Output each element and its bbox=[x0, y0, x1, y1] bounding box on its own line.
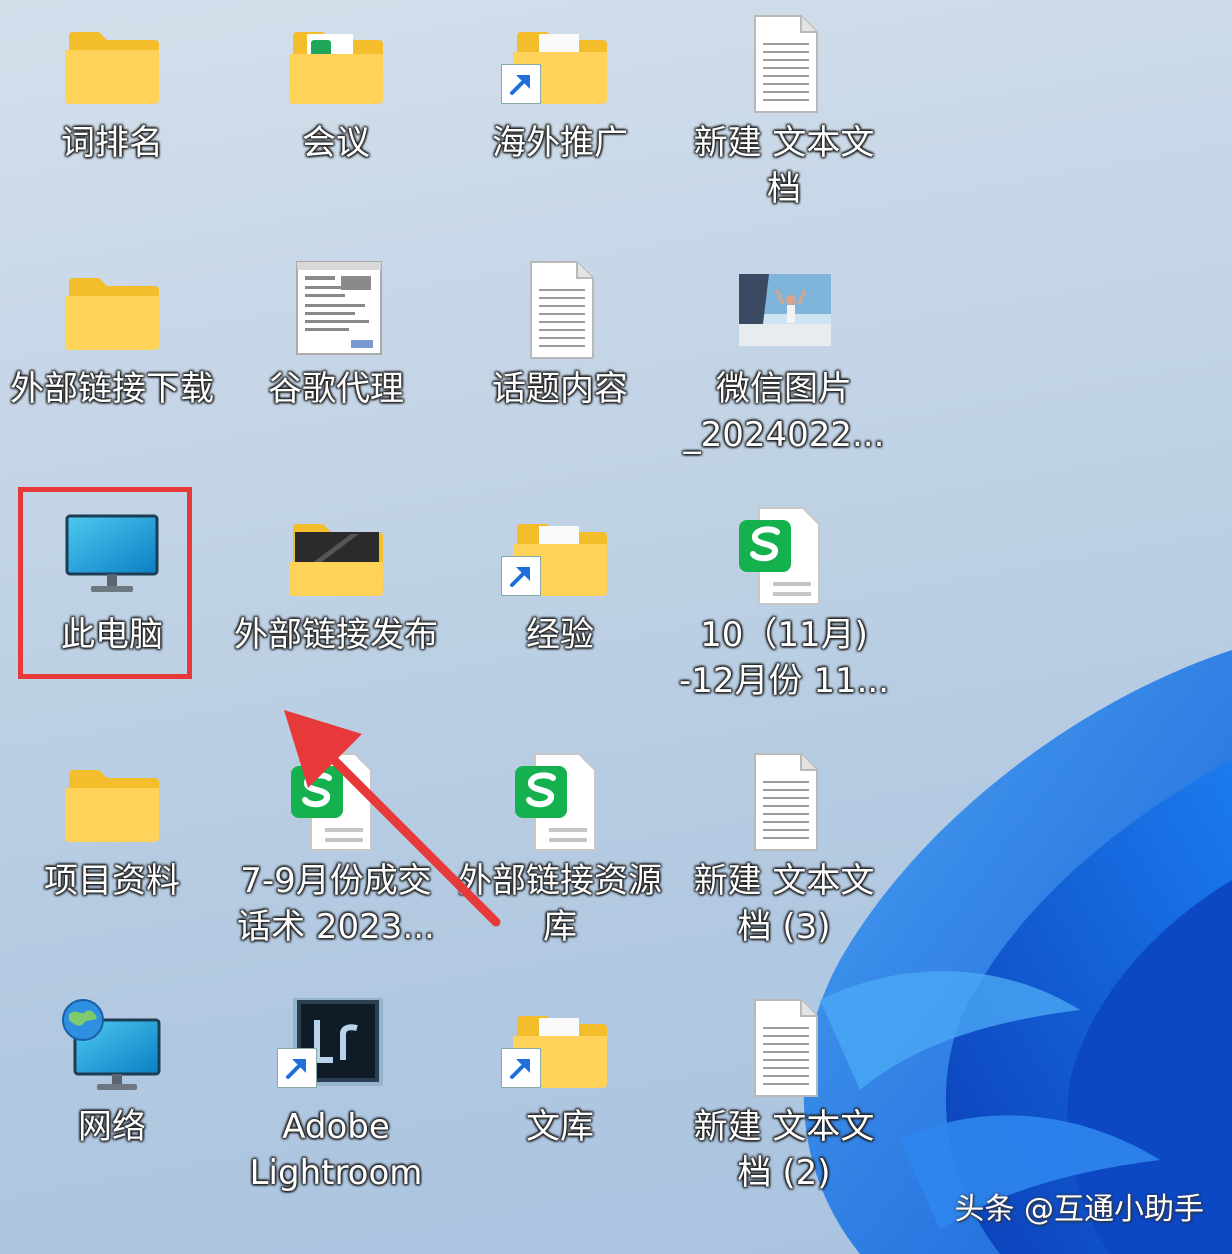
shortcut-arrow-icon bbox=[501, 556, 541, 596]
desktop-icon[interactable]: 词排名 bbox=[0, 0, 224, 230]
highlight-box bbox=[18, 487, 192, 679]
desktop-icon-label: 文库 bbox=[526, 1107, 594, 1147]
folder-shortcut-icon bbox=[501, 14, 615, 114]
desktop-icon[interactable]: 外部链接下载 bbox=[0, 246, 224, 476]
desktop-icon[interactable]: 外部链接发布 bbox=[224, 492, 448, 722]
desktop-icon-label: 项目资料 bbox=[44, 861, 180, 901]
desktop-icon[interactable]: 会议 bbox=[224, 0, 448, 230]
desktop-icon-label: 谷歌代理 bbox=[268, 369, 404, 409]
desktop-icon-label: 网络 bbox=[78, 1107, 146, 1147]
desktop-icon[interactable]: 谷歌代理 bbox=[224, 246, 448, 476]
shortcut-arrow-icon bbox=[501, 1048, 541, 1088]
desktop-icon[interactable]: 经验 bbox=[448, 492, 672, 722]
desktop-icon-label: 新建 文本文 档 (3) bbox=[693, 861, 875, 947]
folder-icon bbox=[57, 752, 167, 852]
folder-icon bbox=[281, 14, 391, 114]
desktop-icon[interactable]: 新建 文本文 档 (2) bbox=[672, 984, 896, 1214]
desktop-icon-label: 10（11月) -12月份 11... bbox=[678, 615, 890, 701]
spreadsheet-icon bbox=[729, 506, 839, 606]
desktop-icon[interactable]: 微信图片 _2024022... bbox=[672, 246, 896, 476]
text-document-icon bbox=[729, 14, 839, 114]
folder-shortcut-icon bbox=[501, 506, 615, 606]
folder-icon bbox=[57, 260, 167, 360]
desktop-icon[interactable]: 话题内容 bbox=[448, 246, 672, 476]
photo-thumbnail-icon bbox=[729, 260, 839, 360]
desktop-icon-label: 外部链接发布 bbox=[234, 615, 438, 655]
lightroom-icon bbox=[277, 998, 391, 1098]
desktop-icon-label: Adobe Lightroom bbox=[249, 1107, 423, 1193]
watermark: 头条 @互通小助手 bbox=[954, 1192, 1204, 1227]
shortcut-arrow-icon bbox=[501, 64, 541, 104]
desktop-icon-label: 微信图片 _2024022... bbox=[683, 369, 885, 455]
text-document-icon bbox=[729, 998, 839, 1098]
desktop-icon[interactable]: Adobe Lightroom bbox=[224, 984, 448, 1214]
desktop-icon[interactable]: 项目资料 bbox=[0, 738, 224, 968]
desktop-icon-label: 新建 文本文 档 (2) bbox=[693, 1107, 875, 1193]
desktop-icon-label: 话题内容 bbox=[492, 369, 628, 409]
desktop-icon[interactable]: 网络 bbox=[0, 984, 224, 1214]
desktop-icon[interactable]: 新建 文本文 档 (3) bbox=[672, 738, 896, 968]
desktop-icon-label: 新建 文本文 档 bbox=[693, 123, 875, 209]
desktop-icon-label: 词排名 bbox=[61, 123, 163, 163]
desktop-icon[interactable]: 10（11月) -12月份 11... bbox=[672, 492, 896, 722]
annotation-arrow bbox=[284, 710, 501, 927]
desktop-icon[interactable]: 海外推广 bbox=[448, 0, 672, 230]
spreadsheet-icon bbox=[505, 752, 615, 852]
text-document-icon bbox=[729, 752, 839, 852]
desktop-icon-label: 海外推广 bbox=[492, 123, 628, 163]
shortcut-arrow-icon bbox=[277, 1048, 317, 1088]
folder-icon bbox=[57, 14, 167, 114]
desktop-icon-label: 会议 bbox=[302, 123, 370, 163]
folder-icon bbox=[281, 506, 391, 606]
text-document-icon bbox=[505, 260, 615, 360]
network-icon bbox=[57, 998, 167, 1098]
desktop-icon[interactable]: 新建 文本文 档 bbox=[672, 0, 896, 230]
desktop-icon-label: 外部链接下载 bbox=[10, 369, 214, 409]
desktop-icon-label: 经验 bbox=[526, 615, 594, 655]
folder-shortcut-icon bbox=[501, 998, 615, 1098]
desktop-icon[interactable]: 文库 bbox=[448, 984, 672, 1214]
image-thumbnail-icon bbox=[281, 260, 391, 360]
